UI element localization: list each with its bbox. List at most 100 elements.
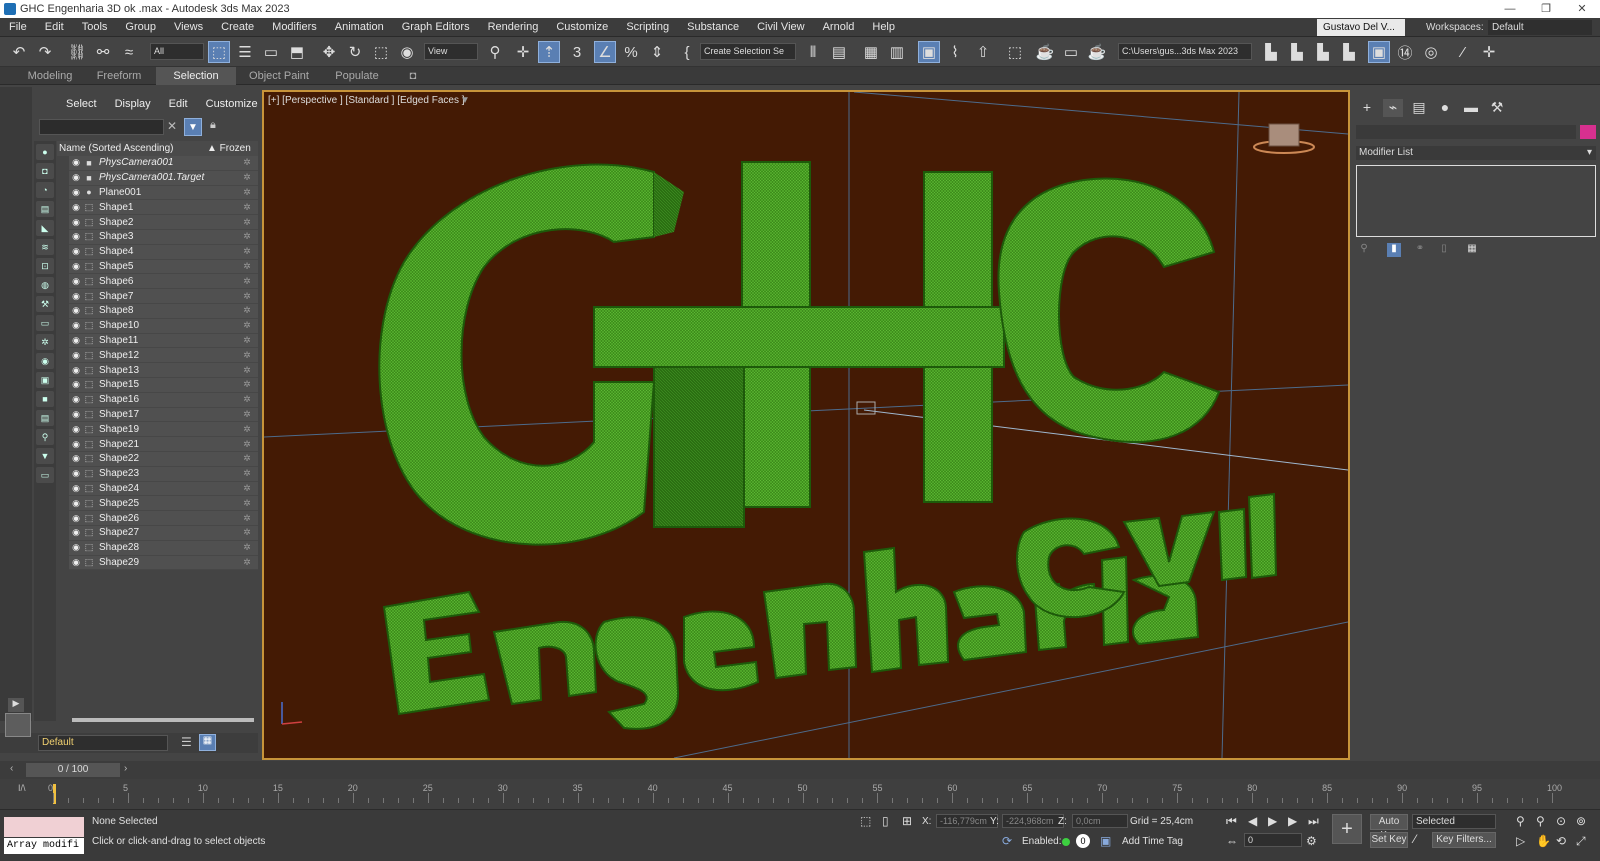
- set-key-button[interactable]: Set Key: [1370, 832, 1408, 848]
- time-config-icon[interactable]: ⚙: [1306, 834, 1317, 848]
- rect-selection-icon[interactable]: ▭: [260, 41, 282, 63]
- scene-explorer-icon[interactable]: ▦: [860, 41, 882, 63]
- frozen-toggle-icon[interactable]: ✲: [236, 261, 258, 272]
- tab-selection[interactable]: Selection: [156, 67, 236, 85]
- list-item[interactable]: ◉ ⬚ Shape29 ✲: [69, 555, 258, 571]
- tab-freeform[interactable]: Freeform: [84, 67, 154, 85]
- configure-modifier-sets-icon[interactable]: ▦: [1465, 243, 1479, 257]
- list-item[interactable]: ◉ ⬚ Shape17 ✲: [69, 407, 258, 423]
- visibility-eye-icon[interactable]: ◉: [69, 172, 83, 183]
- zoom-all-icon[interactable]: ⚲: [1536, 814, 1545, 828]
- list-item[interactable]: ◉ ⬚ Shape25 ✲: [69, 496, 258, 512]
- list-item[interactable]: ◉ ⬚ Shape8 ✲: [69, 303, 258, 319]
- list-item[interactable]: ◉ ■ PhysCamera001 ✲: [69, 156, 258, 171]
- add-icon[interactable]: ✛: [1478, 41, 1500, 63]
- visibility-eye-icon[interactable]: ◉: [69, 468, 83, 479]
- frozen-toggle-icon[interactable]: ✲: [236, 157, 258, 168]
- selection-lock-icon[interactable]: ▯: [882, 814, 889, 828]
- visibility-eye-icon[interactable]: ◉: [69, 217, 83, 228]
- list-item[interactable]: ◉ ⬚ Shape24 ✲: [69, 481, 258, 497]
- tab-populate[interactable]: Populate: [322, 67, 392, 85]
- brush-icon[interactable]: ⁄: [1452, 41, 1474, 63]
- go-to-start-icon[interactable]: ⏮: [1226, 814, 1237, 829]
- visibility-eye-icon[interactable]: ◉: [69, 187, 83, 198]
- list-item[interactable]: ◉ ⬚ Shape7 ✲: [69, 289, 258, 304]
- frozen-toggle-icon[interactable]: ✲: [236, 439, 258, 450]
- field-of-view-icon[interactable]: ▷: [1516, 834, 1525, 848]
- unlink-icon[interactable]: ⚯: [92, 41, 114, 63]
- sync-icon[interactable]: ◎: [1420, 41, 1442, 63]
- next-key-icon[interactable]: ▶: [1288, 814, 1297, 828]
- list-item[interactable]: ◉ ⬚ Shape21 ✲: [69, 437, 258, 452]
- frozen-toggle-icon[interactable]: ✲: [236, 513, 258, 524]
- frozen-toggle-icon[interactable]: ✲: [236, 394, 258, 405]
- menu-help[interactable]: Help: [863, 18, 904, 37]
- layer-manager-icon[interactable]: ▦: [199, 734, 216, 751]
- edit-named-selection-icon[interactable]: {: [676, 41, 698, 63]
- list-item[interactable]: ◉ ⬚ Shape2 ✲: [69, 215, 258, 230]
- list-item[interactable]: ◉ ⬚ Shape3 ✲: [69, 229, 258, 245]
- move-icon[interactable]: ✥: [318, 41, 340, 63]
- percent-snap-icon[interactable]: %: [620, 41, 642, 63]
- list-item[interactable]: ◉ ⬚ Shape27 ✲: [69, 525, 258, 541]
- menu-file[interactable]: File: [0, 18, 36, 37]
- layer-explorer-icon[interactable]: ▥: [886, 41, 908, 63]
- hide-list-icon[interactable]: ▭: [36, 467, 54, 483]
- visibility-eye-icon[interactable]: ◉: [69, 246, 83, 257]
- mirror-icon[interactable]: ⫴: [802, 41, 824, 63]
- list-item[interactable]: ◉ ⬚ Shape1 ✲: [69, 200, 258, 216]
- add-time-tag[interactable]: Add Time Tag: [1122, 836, 1183, 847]
- align-icon[interactable]: ▤: [828, 41, 850, 63]
- angle-snap-icon[interactable]: ∠: [594, 41, 616, 63]
- reference-coord-dropdown[interactable]: View: [424, 43, 478, 60]
- current-frame-field[interactable]: 0: [1244, 833, 1302, 847]
- menu-graph-editors[interactable]: Graph Editors: [393, 18, 479, 37]
- tab-customize[interactable]: Customize: [197, 98, 267, 110]
- key-filters-icon[interactable]: ⁄: [1414, 832, 1416, 846]
- groups-filter-icon[interactable]: ◍: [36, 277, 54, 293]
- set-key-big-icon[interactable]: +: [1332, 814, 1362, 844]
- menu-tools[interactable]: Tools: [73, 18, 117, 37]
- list-item[interactable]: ◉ ⬚ Shape15 ✲: [69, 377, 258, 393]
- save-icon[interactable]: ▣: [1368, 41, 1390, 63]
- layer-dropdown[interactable]: Default: [38, 735, 168, 751]
- export-icon[interactable]: ▙: [1338, 41, 1360, 63]
- timeline-track[interactable]: I/\ 0 5 10 15 20 25 30 35 40 45 50 55 60 65 70 75 80 85 90…: [0, 779, 1600, 810]
- modifier-list-dropdown[interactable]: Modifier List ▾: [1356, 146, 1596, 160]
- name-column-header[interactable]: Name (Sorted Ascending): [57, 143, 207, 154]
- select-by-name-icon[interactable]: ☰: [234, 41, 256, 63]
- select-manipulate-icon[interactable]: ✛: [512, 41, 534, 63]
- open-scene-icon[interactable]: ▙: [1286, 41, 1308, 63]
- list-item[interactable]: ◉ ⬚ Shape10 ✲: [69, 318, 258, 334]
- next-frame-icon[interactable]: ›: [124, 763, 127, 774]
- frozen-toggle-icon[interactable]: ✲: [236, 379, 258, 390]
- frozen-toggle-icon[interactable]: ✲: [236, 335, 258, 346]
- frozen-filter-icon[interactable]: ▣: [36, 372, 54, 388]
- horizontal-scrollbar[interactable]: [72, 718, 254, 722]
- key-filters-button[interactable]: Key Filters...: [1432, 832, 1496, 848]
- menu-substance[interactable]: Substance: [678, 18, 748, 37]
- merge-icon[interactable]: ▙: [1312, 41, 1334, 63]
- orbit-icon[interactable]: ⟲: [1556, 834, 1566, 848]
- prev-frame-icon[interactable]: ‹: [10, 763, 13, 774]
- auto-key-button[interactable]: Auto Key: [1370, 814, 1408, 841]
- scene-search-input[interactable]: [39, 119, 164, 135]
- visibility-eye-icon[interactable]: ◉: [69, 424, 83, 435]
- pivot-center-icon[interactable]: ⚲: [484, 41, 506, 63]
- menu-civil-view[interactable]: Civil View: [748, 18, 813, 37]
- visibility-eye-icon[interactable]: ◉: [69, 335, 83, 346]
- visibility-eye-icon[interactable]: ◉: [69, 394, 83, 405]
- list-item[interactable]: ◉ ⬚ Shape28 ✲: [69, 540, 258, 556]
- modifier-stack[interactable]: [1356, 165, 1596, 237]
- curve-editor-icon[interactable]: ⌇: [944, 41, 966, 63]
- frozen-toggle-icon[interactable]: ✲: [236, 172, 258, 183]
- frozen-toggle-icon[interactable]: ✲: [236, 350, 258, 361]
- menu-rendering[interactable]: Rendering: [479, 18, 548, 37]
- go-to-end-icon[interactable]: ⏭: [1308, 814, 1319, 829]
- list-item[interactable]: ◉ ⬚ Shape13 ✲: [69, 363, 258, 378]
- spacewarps-filter-icon[interactable]: ⊡: [36, 258, 54, 274]
- perspective-viewport[interactable]: [+] [Perspective ] [Standard ] [Edged Fa…: [262, 90, 1350, 760]
- frozen-toggle-icon[interactable]: ✲: [236, 409, 258, 420]
- list-item[interactable]: ◉ ⬚ Shape4 ✲: [69, 244, 258, 260]
- frozen-toggle-icon[interactable]: ✲: [236, 202, 258, 213]
